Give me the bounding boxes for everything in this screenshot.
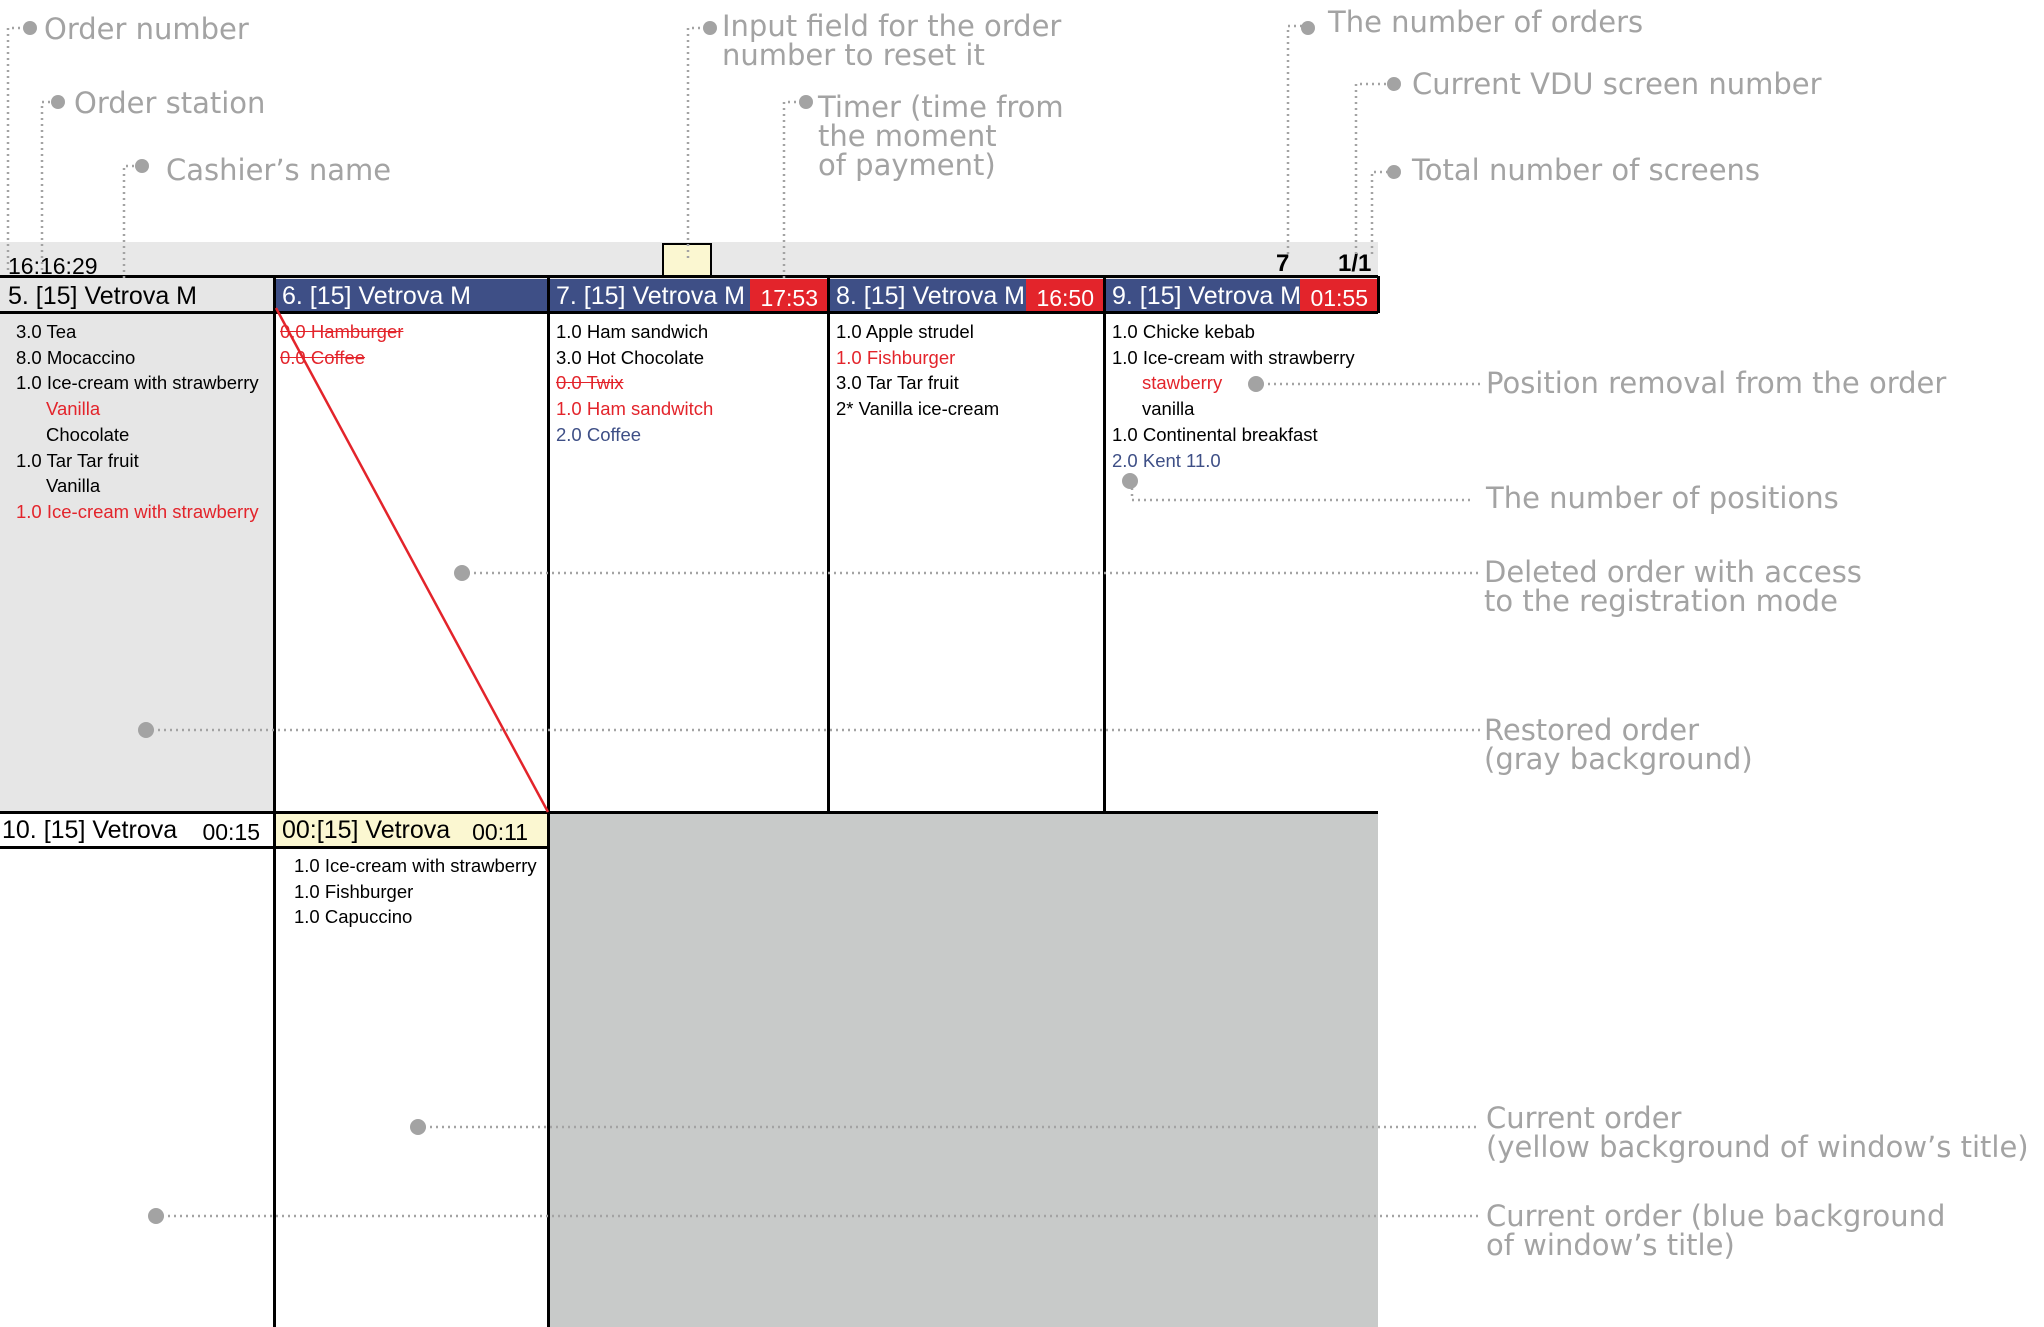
leader-cashier-name [122,164,136,278]
leader-number-of-orders [1286,24,1306,254]
leader-dot [1122,473,1138,489]
leader-current-screen [1354,82,1392,254]
deleted-order-strike-line [274,307,550,813]
leader-dot [799,95,813,109]
leader-dot [23,21,37,35]
leader-dot [148,1208,164,1224]
leader-dot [703,21,717,35]
leader-dot [135,159,149,173]
leader-number-of-positions [1130,482,1474,502]
annotated-vdu-screen: Order number Order station Cashier’s nam… [0,0,2044,1327]
leader-dot [1387,165,1401,179]
leader-dot [1248,376,1264,392]
leader-dot [454,565,470,581]
leader-timer [782,100,804,278]
leader-input-field [686,26,706,258]
leader-dot [51,95,65,109]
leader-order-number [6,26,30,270]
leader-dot [1387,77,1401,91]
leader-dot [138,722,154,738]
leader-total-screens [1370,170,1392,254]
leader-dot [410,1119,426,1135]
callout-leader-lines [6,21,1480,1224]
leader-dot [1301,21,1315,35]
leader-order-station [40,100,50,270]
